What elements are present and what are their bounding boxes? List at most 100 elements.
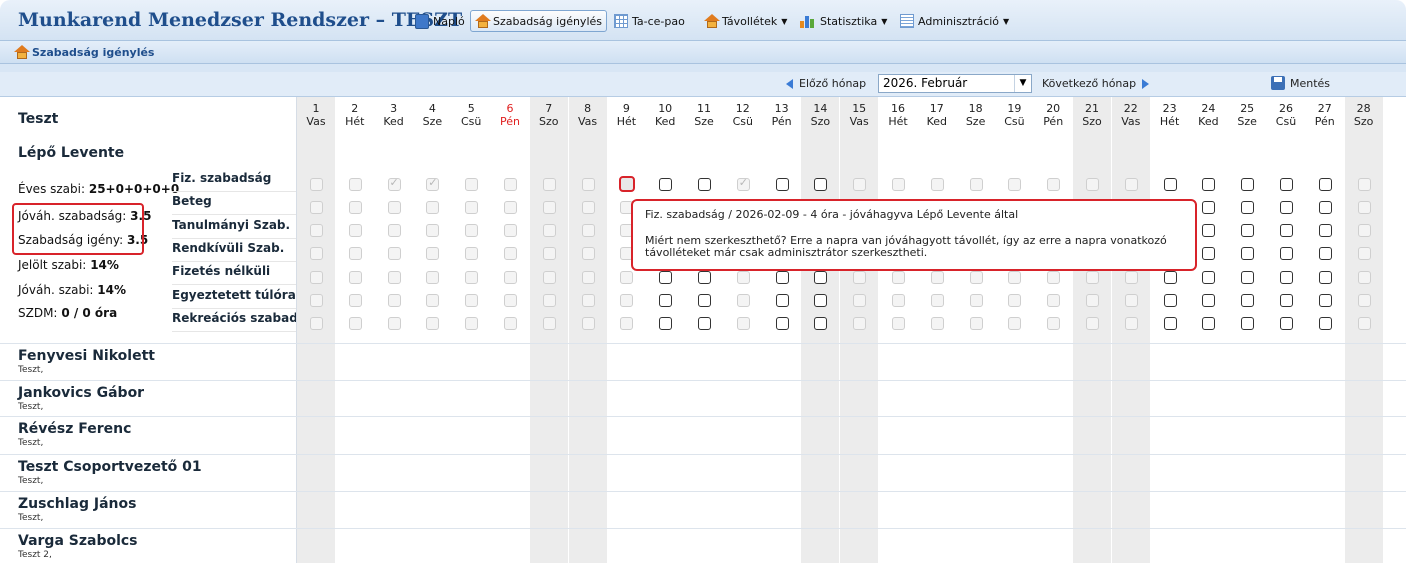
- absence-checkbox[interactable]: [1241, 294, 1255, 307]
- absence-checkbox[interactable]: [1318, 200, 1332, 214]
- absence-checkbox[interactable]: [1163, 270, 1177, 284]
- absence-checkbox[interactable]: [775, 270, 789, 284]
- absence-checkbox[interactable]: [814, 294, 828, 307]
- day-header: 17 Ked: [918, 102, 956, 128]
- team-name: Teszt: [18, 111, 59, 127]
- absence-checkbox[interactable]: [1241, 224, 1255, 238]
- bar-chart-icon: [800, 14, 816, 28]
- menu-naplo[interactable]: Napló: [415, 11, 465, 31]
- menu-label: Távollétek: [722, 14, 778, 28]
- absence-checkbox[interactable]: [1202, 177, 1216, 191]
- absence-checkbox[interactable]: [1241, 177, 1255, 191]
- absence-checkbox: [581, 294, 595, 307]
- absence-checkbox[interactable]: [697, 294, 711, 307]
- row-divider: [0, 528, 1406, 529]
- app-window: Munkarend Menedzser Rendszer – TESZT Nap…: [0, 0, 1406, 563]
- absence-checkbox[interactable]: [775, 177, 789, 191]
- absence-checkbox[interactable]: [1163, 317, 1177, 331]
- day-name: Pén: [771, 115, 792, 128]
- absence-checkbox[interactable]: [1163, 177, 1177, 191]
- absence-checkbox: [542, 224, 556, 238]
- absence-checkbox: [930, 317, 944, 331]
- month-select[interactable]: 2026. Február ▼: [878, 74, 1032, 93]
- absence-checkbox: [930, 270, 944, 284]
- day-header: 3 Ked: [375, 102, 413, 128]
- absence-checkbox[interactable]: [1279, 200, 1293, 214]
- absence-checkbox[interactable]: [814, 177, 828, 191]
- absence-checkbox[interactable]: [814, 317, 828, 331]
- day-number: 18: [968, 102, 983, 115]
- employee-name: Jankovics Gábor: [18, 385, 145, 401]
- absence-checkbox[interactable]: [1279, 247, 1293, 261]
- menu-ta-ce-pao[interactable]: Ta-ce-pao: [614, 11, 685, 31]
- absence-checkbox[interactable]: [1241, 247, 1255, 261]
- absence-checkbox[interactable]: [659, 177, 673, 191]
- stat-label: Jóváh. szabi:: [18, 283, 94, 297]
- menu-label: Napló: [433, 14, 465, 28]
- day-header: 4 Sze: [413, 102, 451, 128]
- absence-checkbox[interactable]: [1318, 294, 1332, 307]
- day-header: 1 Vas: [297, 102, 335, 128]
- menu-tavolletek[interactable]: Távollétek ▼: [704, 11, 787, 31]
- day-name: Vas: [849, 115, 869, 128]
- next-month-link[interactable]: Következő hónap: [1042, 77, 1150, 90]
- category-label: Fiz. szabadság: [172, 168, 296, 192]
- category-label: Beteg: [172, 191, 296, 216]
- absence-checkbox[interactable]: [1279, 294, 1293, 307]
- absence-checkbox[interactable]: [1241, 317, 1255, 331]
- absence-checkbox: [348, 294, 362, 307]
- absence-checkbox[interactable]: [1202, 247, 1216, 261]
- menu-szabadsag-igenyles[interactable]: Szabadság igénylés: [470, 10, 607, 32]
- absence-checkbox[interactable]: [1318, 317, 1332, 331]
- absence-checkbox: [1124, 177, 1138, 191]
- absence-checkbox[interactable]: [1318, 177, 1332, 191]
- absence-checkbox[interactable]: [1202, 270, 1216, 284]
- absence-checkbox[interactable]: [775, 294, 789, 307]
- day-number: 4: [428, 102, 436, 115]
- absence-checkbox: [618, 176, 635, 192]
- absence-checkbox: [1357, 294, 1371, 307]
- absence-checkbox[interactable]: [1318, 270, 1332, 284]
- absence-checkbox[interactable]: [1279, 177, 1293, 191]
- absence-checkbox[interactable]: [697, 317, 711, 331]
- absence-checkbox[interactable]: [1202, 224, 1216, 238]
- absence-checkbox[interactable]: [1279, 224, 1293, 238]
- absence-checkbox[interactable]: [1202, 294, 1216, 307]
- absence-checkbox[interactable]: [697, 177, 711, 191]
- absence-checkbox[interactable]: [1241, 200, 1255, 214]
- employee-group: Teszt 2,: [18, 550, 52, 560]
- absence-checkbox[interactable]: [659, 270, 673, 284]
- absence-checkbox[interactable]: [1163, 294, 1177, 307]
- page-header: Szabadság igénylés: [0, 41, 1406, 64]
- absence-checkbox: [1357, 200, 1371, 214]
- day-name: Csü: [732, 115, 753, 128]
- absence-checkbox[interactable]: [1279, 317, 1293, 331]
- menu-statisztika[interactable]: Statisztika ▼: [800, 11, 887, 31]
- absence-checkbox: [309, 270, 323, 284]
- day-name: Hét: [345, 115, 365, 128]
- absence-checkbox[interactable]: [1279, 270, 1293, 284]
- absence-checkbox: [465, 224, 479, 238]
- menu-label: Ta-ce-pao: [632, 14, 685, 28]
- absence-checkbox[interactable]: [697, 270, 711, 284]
- absence-checkbox[interactable]: [814, 270, 828, 284]
- absence-checkbox[interactable]: [1318, 224, 1332, 238]
- day-header: 18 Sze: [957, 102, 995, 128]
- absence-checkbox[interactable]: [659, 317, 673, 331]
- save-button[interactable]: Mentés: [1271, 76, 1330, 90]
- absence-checkbox[interactable]: [1202, 200, 1216, 214]
- absence-checkbox: [348, 177, 362, 191]
- absence-checkbox[interactable]: [659, 294, 673, 307]
- absence-checkbox[interactable]: [1202, 317, 1216, 331]
- absence-checkbox[interactable]: [1241, 270, 1255, 284]
- absence-checkbox[interactable]: [775, 317, 789, 331]
- day-number: 8: [584, 102, 592, 115]
- menu-label: Szabadság igénylés: [493, 14, 602, 28]
- employee-group: Teszt,: [18, 513, 44, 523]
- day-header: 19 Csü: [995, 102, 1033, 128]
- prev-month-link[interactable]: Előző hónap: [786, 77, 866, 90]
- home-icon: [14, 45, 30, 59]
- employee-name: Révész Ferenc: [18, 421, 132, 437]
- absence-checkbox[interactable]: [1318, 247, 1332, 261]
- menu-adminisztracio[interactable]: Adminisztráció ▼: [900, 11, 1009, 31]
